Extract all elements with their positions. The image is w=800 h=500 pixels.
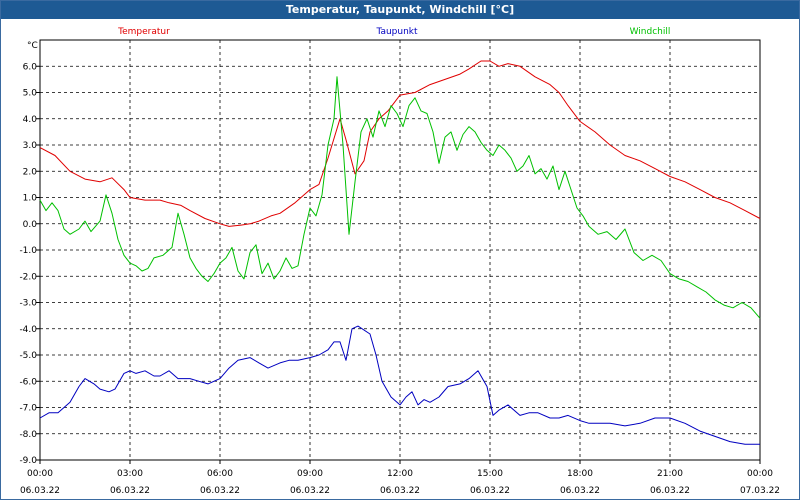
- line-chart: 6.0 5.0 4.0 3.0 2.0 1.0 0.0 -1.0 -2.0 -3.0 -4.0 -5.…: [19, 27, 780, 496]
- x-tick-label-time: 15:00: [477, 469, 503, 479]
- y-tick-label: 0.0: [23, 220, 38, 230]
- x-tick-label-time: 18:00: [567, 469, 593, 479]
- x-tick-label-time: 00:00: [27, 469, 53, 479]
- grid: [40, 40, 760, 461]
- x-tick-label-time: 03:00: [117, 469, 143, 479]
- y-tick-label: 3.0: [23, 141, 38, 151]
- x-tick-label-date: 07.03.22: [740, 486, 780, 496]
- legend-windchill: Windchill: [630, 27, 671, 37]
- y-tick-label: 2.0: [23, 167, 38, 177]
- x-tick-label-time: 06:00: [207, 469, 233, 479]
- y-tick-label: -7.0: [19, 404, 37, 414]
- x-tick-label-time: 12:00: [387, 469, 413, 479]
- y-tick-label: -6.0: [19, 377, 37, 387]
- y-tick-label: -1.0: [19, 246, 37, 256]
- y-tick-label: 1.0: [23, 194, 38, 204]
- y-tick-label: -3.0: [19, 299, 37, 309]
- x-tick-label-date: 06.03.22: [470, 486, 510, 496]
- y-tick-label: 4.0: [23, 115, 38, 125]
- x-tick-label-date: 06.03.22: [290, 486, 330, 496]
- x-tick-label-time: 00:00: [747, 469, 773, 479]
- y-tick-label: -2.0: [19, 272, 37, 282]
- y-tick-label: 6.0: [23, 62, 38, 72]
- x-tick-label-time: 21:00: [657, 469, 683, 479]
- x-tick-label-date: 06.03.22: [560, 486, 600, 496]
- x-tick-label-date: 06.03.22: [650, 486, 690, 496]
- x-tick-label-date: 06.03.22: [200, 486, 240, 496]
- legend-temperatur: Temperatur: [117, 27, 170, 37]
- y-tick-label: -5.0: [19, 351, 37, 361]
- x-tick-label-date: 06.03.22: [380, 486, 420, 496]
- y-tick-label: 5.0: [23, 89, 38, 99]
- y-tick-label: -9.0: [19, 456, 37, 466]
- x-tick-label-time: 09:00: [297, 469, 323, 479]
- y-axis-unit: °C: [27, 41, 38, 51]
- y-tick-label: -4.0: [19, 325, 37, 335]
- legend-taupunkt: Taupunkt: [375, 27, 418, 37]
- y-tick-label: -8.0: [19, 430, 37, 440]
- x-tick-label-date: 06.03.22: [20, 486, 60, 496]
- x-tick-label-date: 06.03.22: [110, 486, 150, 496]
